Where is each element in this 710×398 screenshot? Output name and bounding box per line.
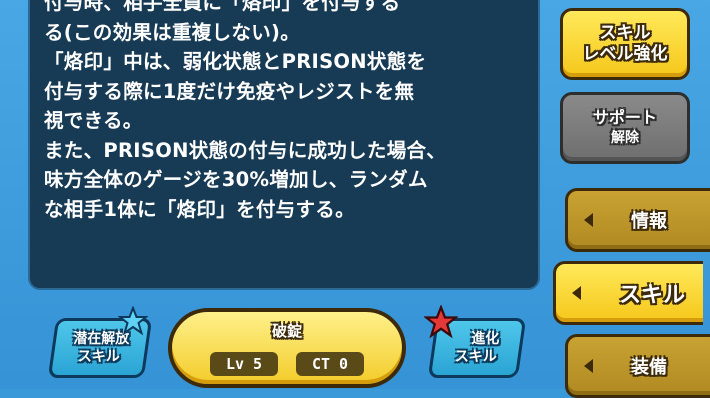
- tab-equipment[interactable]: 装備: [565, 334, 710, 398]
- arrow-left-icon: [572, 286, 581, 300]
- skill-info-plate: 破錠 Lv 5 CT 0: [168, 308, 406, 388]
- description-line: る(この効果は重複しない)。: [44, 20, 301, 44]
- tab-label: 装備: [631, 357, 667, 378]
- skill-level-up-button[interactable]: スキル レベル強化: [560, 8, 690, 80]
- button-label: サポート: [592, 108, 657, 127]
- button-label: レベル強化: [582, 44, 668, 64]
- tab-info[interactable]: 情報: [565, 188, 710, 252]
- support-release-button[interactable]: サポート 解除: [560, 92, 690, 164]
- skill-description-panel[interactable]: 付与時、相手全員に「烙印」を付与する る(この効果は重複しない)。 「烙印」中は…: [28, 0, 540, 290]
- skill-name: 破錠: [271, 322, 302, 340]
- description-line: 付与時、相手全員に「烙印」を付与する: [44, 0, 401, 14]
- badge-label: スキル: [454, 349, 497, 365]
- blue-star-icon: [118, 306, 148, 336]
- description-line: 味方全体のゲージを30%増加し、ランダム: [44, 168, 428, 191]
- badge-label: スキル: [77, 349, 120, 365]
- button-label: スキル: [599, 23, 651, 43]
- tab-skill[interactable]: スキル: [553, 261, 703, 325]
- description-line: な相手1体に「烙印」を付与する。: [44, 197, 355, 221]
- description-line: また、PRISON状態の付与に成功した場合、: [44, 138, 447, 162]
- description-line: 「烙印」中は、弱化状態とPRISON状態を: [44, 50, 427, 73]
- description-line: 付与する際に1度だけ免疫やレジストを無: [44, 79, 415, 103]
- red-star-icon: [424, 305, 458, 339]
- arrow-left-icon: [584, 359, 593, 373]
- skill-cooldown: CT 0: [296, 352, 364, 376]
- arrow-left-icon: [584, 213, 593, 227]
- badge-label: 進化: [471, 331, 500, 347]
- description-line: 視できる。: [44, 109, 143, 132]
- skill-level: Lv 5: [210, 352, 278, 376]
- tab-label: スキル: [619, 283, 686, 308]
- tab-label: 情報: [631, 211, 667, 232]
- button-label: 解除: [611, 130, 639, 146]
